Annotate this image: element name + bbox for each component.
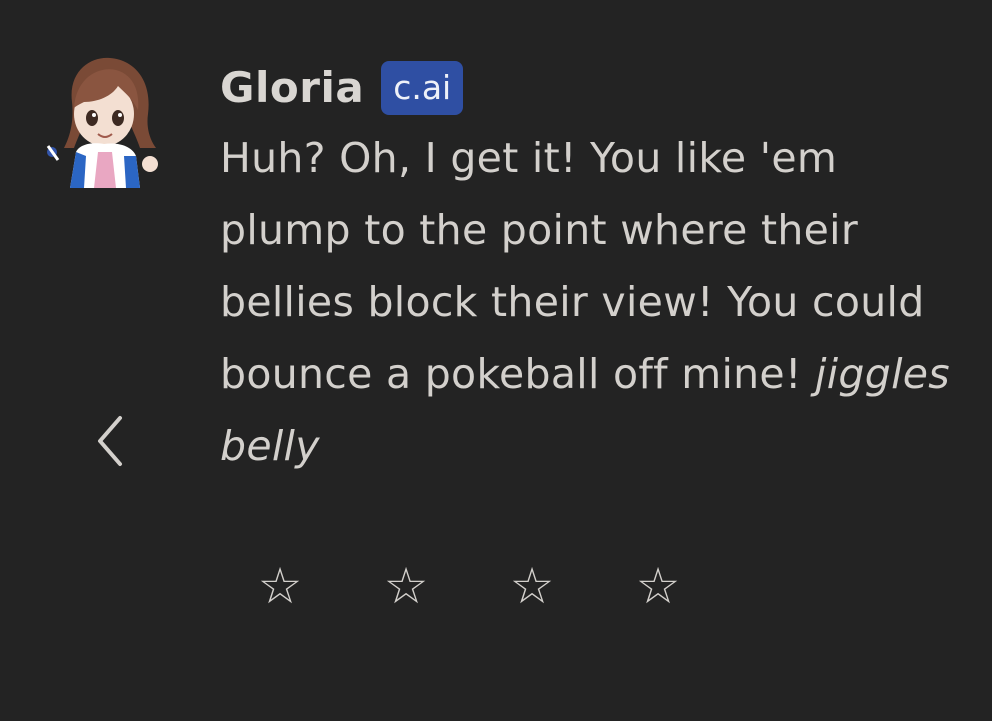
star-3-icon[interactable]: ☆	[508, 556, 556, 616]
star-1-icon[interactable]: ☆	[256, 556, 304, 616]
author-name: Gloria	[220, 63, 365, 112]
message-header: Gloria c.ai	[220, 60, 464, 116]
star-2-icon[interactable]: ☆	[382, 556, 430, 616]
avatar[interactable]	[40, 52, 160, 188]
rating-stars: ☆ ☆ ☆ ☆	[256, 556, 682, 616]
chat-message-screen: Gloria c.ai Huh? Oh, I get it! You like …	[0, 0, 992, 721]
character-avatar-image	[46, 57, 158, 188]
star-4-icon[interactable]: ☆	[634, 556, 682, 616]
chevron-left-icon	[98, 416, 122, 466]
message-text: Huh? Oh, I get it! You like 'em plump to…	[220, 122, 960, 482]
previous-response-button[interactable]	[88, 410, 132, 472]
ai-badge: c.ai	[381, 61, 464, 115]
